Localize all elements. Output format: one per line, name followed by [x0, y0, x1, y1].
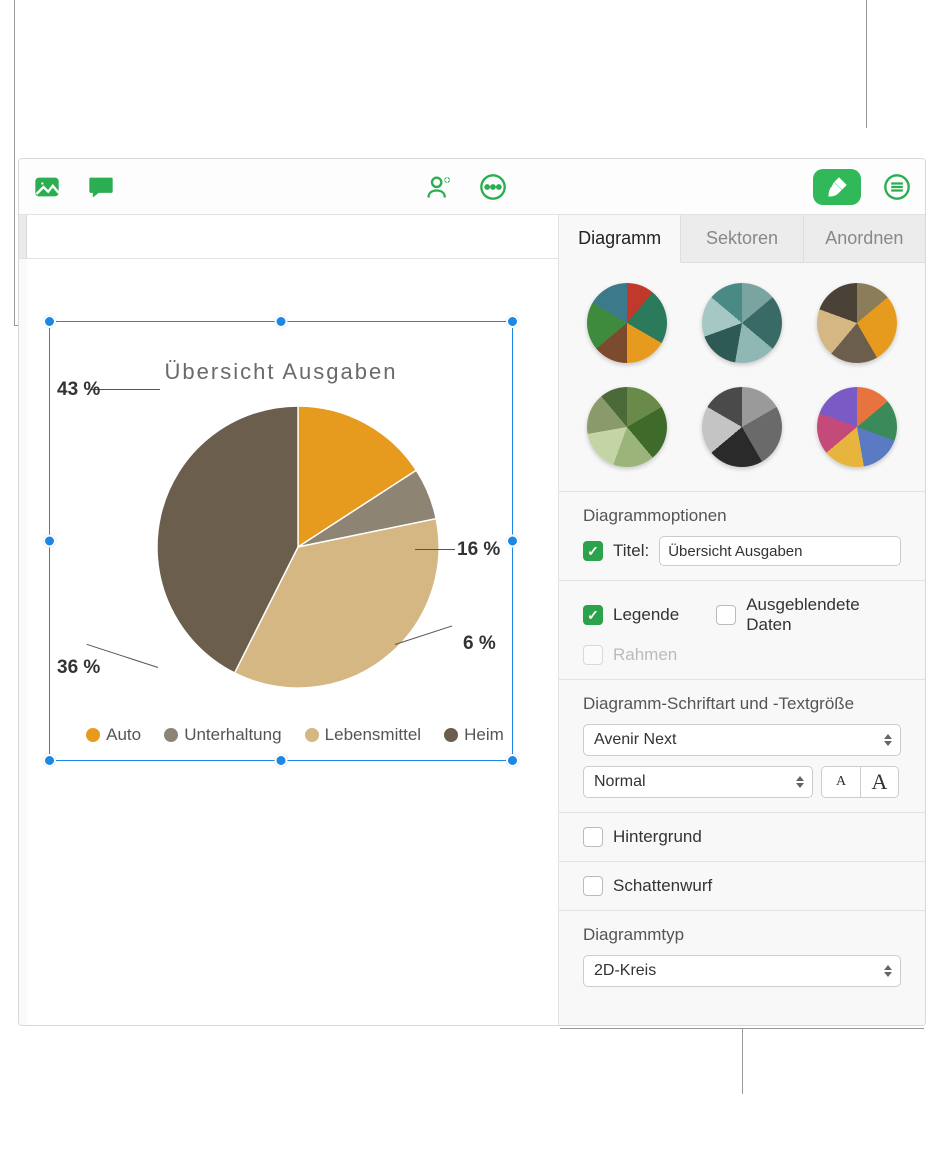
chevron-updown-icon: [796, 776, 804, 788]
checkbox-background-label: Hintergrund: [613, 827, 702, 847]
app-window: Übersicht Ausgaben 43 % 16 % 6 % 36 %: [18, 158, 926, 1026]
tab-sektoren[interactable]: Sektoren: [681, 215, 803, 262]
callout-line: [866, 0, 867, 128]
checkbox-legend[interactable]: [583, 605, 603, 625]
outline-icon[interactable]: [879, 169, 915, 205]
legend-dot: [444, 728, 458, 742]
comment-icon[interactable]: [83, 169, 119, 205]
canvas-area: Übersicht Ausgaben 43 % 16 % 6 % 36 %: [19, 215, 559, 1025]
chart-style-grid: [559, 263, 925, 492]
resize-handle-mr[interactable]: [506, 535, 519, 548]
resize-handle-tl[interactable]: [43, 315, 56, 328]
checkbox-border: [583, 645, 603, 665]
chart-title: Übersicht Ausgaben: [49, 359, 513, 385]
resize-handle-tm[interactable]: [275, 315, 288, 328]
callout-line: [14, 0, 15, 325]
pie-chart[interactable]: [157, 406, 439, 688]
legend-dot: [164, 728, 178, 742]
section-font: Diagramm-Schriftart und -Textgröße Aveni…: [559, 680, 925, 813]
legend-label: Heim: [464, 725, 504, 745]
pct-label-unterhaltung: 6 %: [463, 633, 496, 655]
ruler: [19, 215, 558, 259]
legend-item-unterhaltung: Unterhaltung: [164, 725, 281, 745]
inspector-tabs: Diagramm Sektoren Anordnen: [559, 215, 925, 263]
checkbox-hidden-data[interactable]: [716, 605, 736, 625]
checkbox-shadow-label: Schattenwurf: [613, 876, 712, 896]
legend-label: Unterhaltung: [184, 725, 281, 745]
pct-label-heim: 43 %: [57, 379, 100, 401]
chart-style-5[interactable]: [702, 387, 782, 467]
tab-anordnen[interactable]: Anordnen: [804, 215, 925, 262]
font-family-select[interactable]: Avenir Next: [583, 724, 901, 756]
font-size-increase[interactable]: A: [860, 767, 898, 797]
legend-label: Lebensmittel: [325, 725, 421, 745]
checkbox-background[interactable]: [583, 827, 603, 847]
resize-handle-br[interactable]: [506, 754, 519, 767]
section-shadow: Schattenwurf: [559, 862, 925, 911]
pct-label-lebensmittel: 36 %: [57, 657, 100, 679]
checkbox-legend-label: Legende: [613, 605, 679, 625]
collaborate-icon[interactable]: [421, 169, 457, 205]
callout-line: [742, 1028, 743, 1094]
pct-label-auto: 16 %: [457, 539, 500, 561]
leader-line: [90, 389, 160, 390]
chart-style-4[interactable]: [587, 387, 667, 467]
legend-item-heim: Heim: [444, 725, 504, 745]
checkbox-border-label: Rahmen: [613, 645, 677, 665]
legend-dot: [86, 728, 100, 742]
section-heading: Diagrammoptionen: [583, 506, 901, 526]
chart-type-value: 2D-Kreis: [594, 962, 656, 980]
resize-handle-bl[interactable]: [43, 754, 56, 767]
more-icon[interactable]: [475, 169, 511, 205]
chart-legend: Auto Unterhaltung Lebensmittel Heim: [63, 725, 527, 745]
resize-handle-ml[interactable]: [43, 535, 56, 548]
resize-handle-bm[interactable]: [275, 754, 288, 767]
chevron-updown-icon: [884, 734, 892, 746]
format-brush-icon[interactable]: [813, 169, 861, 205]
font-size-decrease[interactable]: A: [822, 767, 860, 797]
font-weight-select[interactable]: Normal: [583, 766, 813, 798]
checkbox-hidden-data-label: Ausgeblendete Daten: [746, 595, 901, 635]
checkbox-title-label: Titel:: [613, 541, 649, 561]
media-icon[interactable]: [29, 169, 65, 205]
chart-style-2[interactable]: [702, 283, 782, 363]
chart-style-6[interactable]: [817, 387, 897, 467]
checkbox-title[interactable]: [583, 541, 603, 561]
section-chart-type: Diagrammtyp 2D-Kreis: [559, 911, 925, 1001]
legend-dot: [305, 728, 319, 742]
section-legend-options: Legende Ausgeblendete Daten Rahmen: [559, 581, 925, 680]
title-input[interactable]: [659, 536, 901, 566]
toolbar: [19, 159, 925, 215]
section-chart-options: Diagrammoptionen Titel:: [559, 492, 925, 581]
chart-style-1[interactable]: [587, 283, 667, 363]
font-size-stepper: A A: [821, 766, 899, 798]
chart-type-select[interactable]: 2D-Kreis: [583, 955, 901, 987]
font-family-value: Avenir Next: [594, 731, 676, 749]
section-heading: Diagrammtyp: [583, 925, 901, 945]
legend-item-auto: Auto: [86, 725, 141, 745]
legend-label: Auto: [106, 725, 141, 745]
leader-line: [415, 549, 455, 550]
resize-handle-tr[interactable]: [506, 315, 519, 328]
tab-diagramm[interactable]: Diagramm: [559, 215, 681, 263]
checkbox-shadow[interactable]: [583, 876, 603, 896]
chart-style-3[interactable]: [817, 283, 897, 363]
section-heading: Diagramm-Schriftart und -Textgröße: [583, 694, 901, 714]
font-weight-value: Normal: [594, 773, 646, 791]
section-background: Hintergrund: [559, 813, 925, 862]
chevron-updown-icon: [884, 965, 892, 977]
inspector-panel: Diagramm Sektoren Anordnen Diagrammoptio…: [559, 215, 925, 1025]
legend-item-lebensmittel: Lebensmittel: [305, 725, 421, 745]
